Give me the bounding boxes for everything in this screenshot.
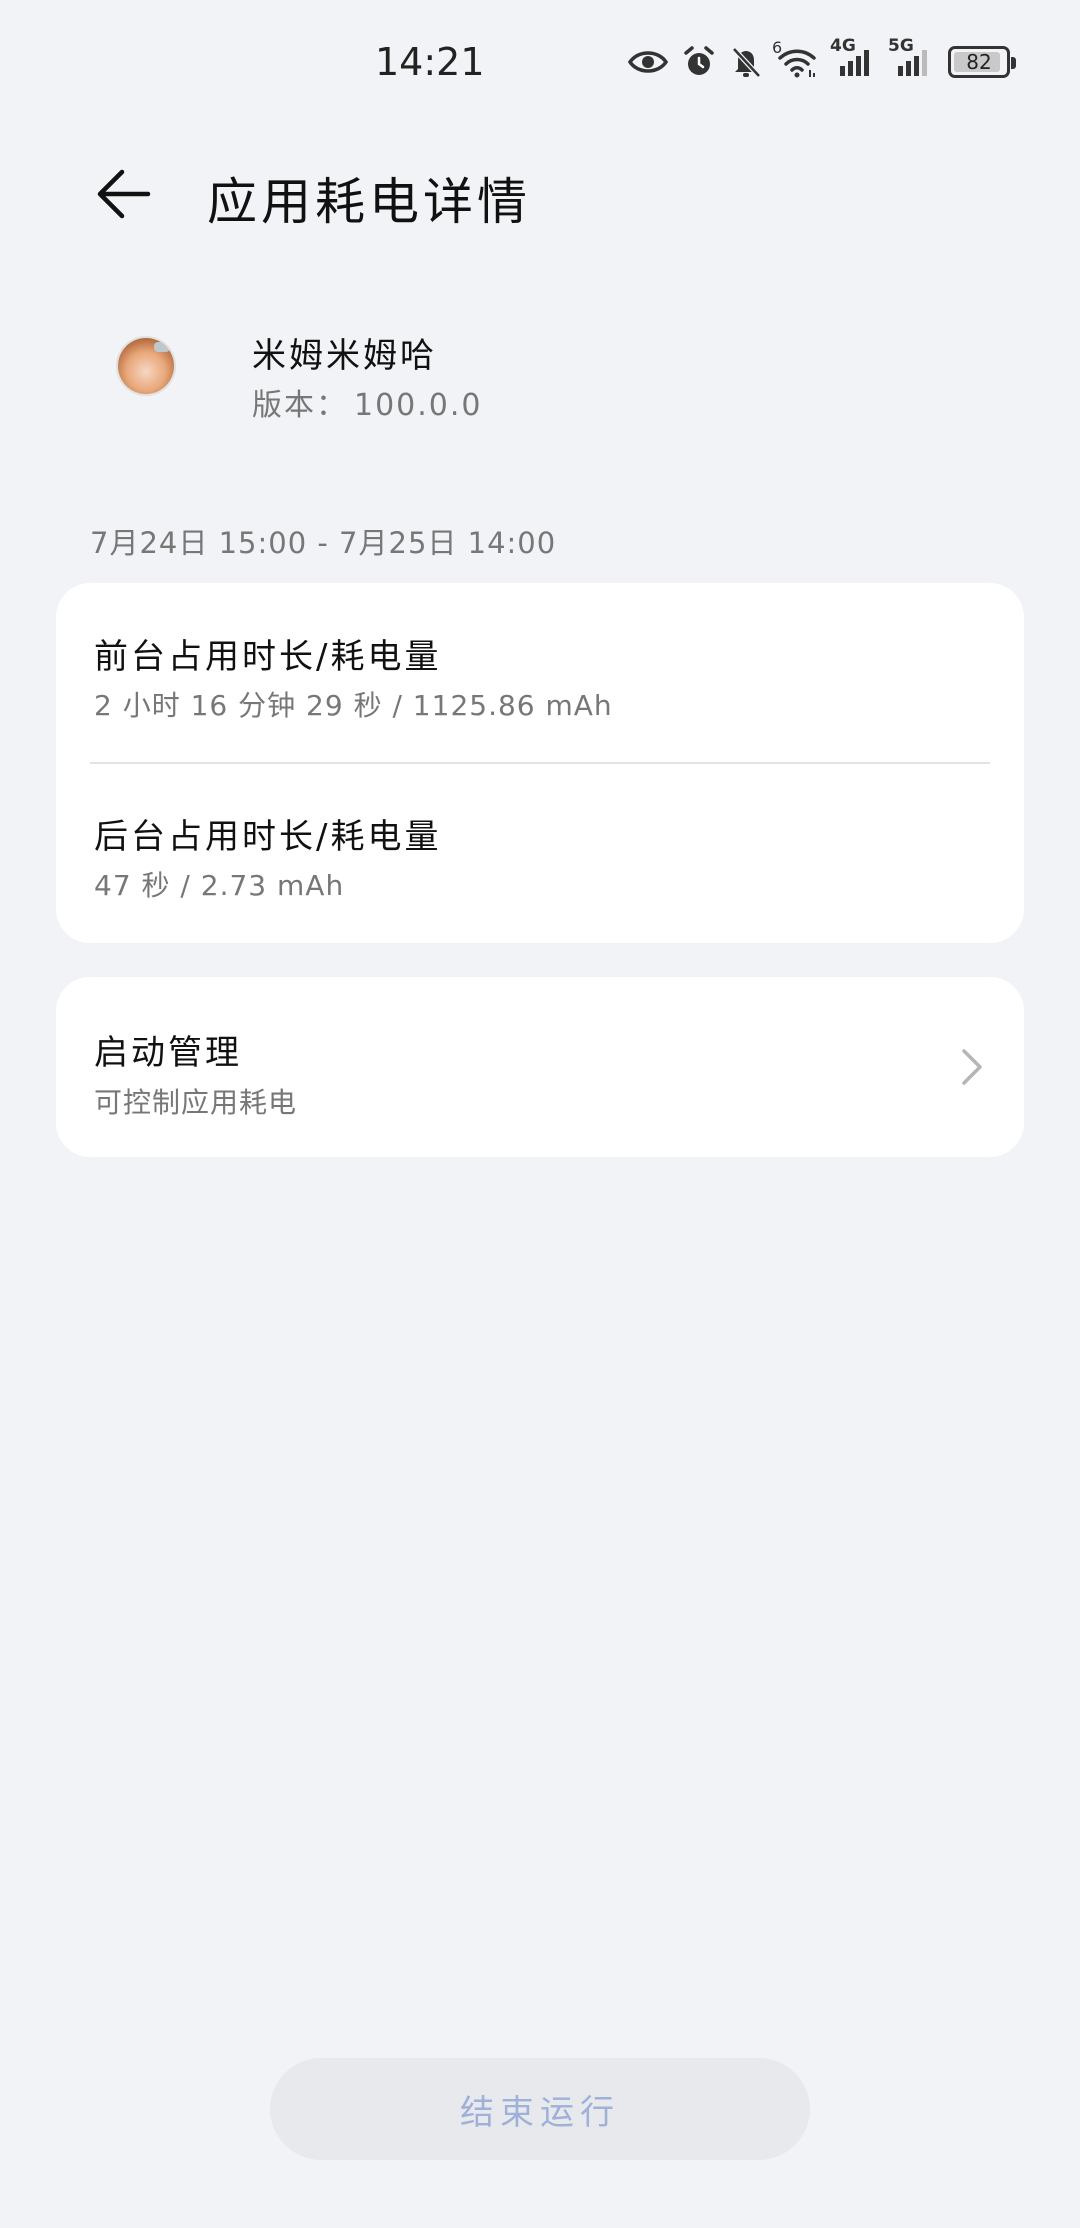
foreground-usage-row: 前台占用时长/耗电量 2 小时 16 分钟 29 秒 / 1125.86 mAh [56,583,1024,764]
battery-percent: 82 [966,50,992,74]
date-range: 7月24日 15:00 - 7月25日 14:00 [90,526,557,560]
bell-muted-icon [730,45,762,79]
app-version: 版本： 100.0.0 [252,380,483,424]
back-button[interactable] [88,158,160,230]
net1-label: 4G [830,36,856,56]
end-running-button[interactable]: 结束运行 [270,2058,810,2160]
net2-label: 5G [888,36,914,56]
status-icons: 6 4G 5G 82 [628,36,1016,82]
page-title: 应用耗电详情 [207,173,531,231]
status-bar: 14:21 6 4G 5G 82 [0,0,1080,120]
background-usage-value: 47 秒 / 2.73 mAh [94,869,345,902]
arrow-left-icon [97,169,151,219]
alarm-icon [682,45,716,79]
background-usage-row: 后台占用时长/耗电量 47 秒 / 2.73 mAh [56,763,1024,943]
version-value: 100.0.0 [354,388,483,423]
app-icon-bow [154,342,170,352]
version-label: 版本： [252,388,348,423]
chevron-right-icon [962,1049,982,1085]
eye-icon [628,47,668,77]
signal-5g-icon: 5G [888,36,934,78]
signal-4g-icon: 4G [830,36,876,78]
usage-card: 前台占用时长/耗电量 2 小时 16 分钟 29 秒 / 1125.86 mAh… [56,583,1024,943]
app-info: 米姆米姆哈 版本： 100.0.0 [0,318,1080,438]
header: 应用耗电详情 [0,150,1080,250]
background-usage-title: 后台占用时长/耗电量 [94,817,442,857]
wifi-badge: 6 [772,38,783,57]
app-name: 米姆米姆哈 [252,336,437,376]
foreground-usage-value: 2 小时 16 分钟 29 秒 / 1125.86 mAh [94,689,613,722]
app-icon [118,338,174,394]
launch-management-subtitle: 可控制应用耗电 [94,1086,298,1119]
status-time: 14:21 [375,40,485,84]
battery-icon: 82 [948,46,1016,78]
foreground-usage-title: 前台占用时长/耗电量 [94,637,442,677]
launch-management-item[interactable]: 启动管理 可控制应用耗电 [56,977,1024,1157]
launch-management-title: 启动管理 [94,1033,242,1073]
wifi-icon: 6 [772,38,818,78]
